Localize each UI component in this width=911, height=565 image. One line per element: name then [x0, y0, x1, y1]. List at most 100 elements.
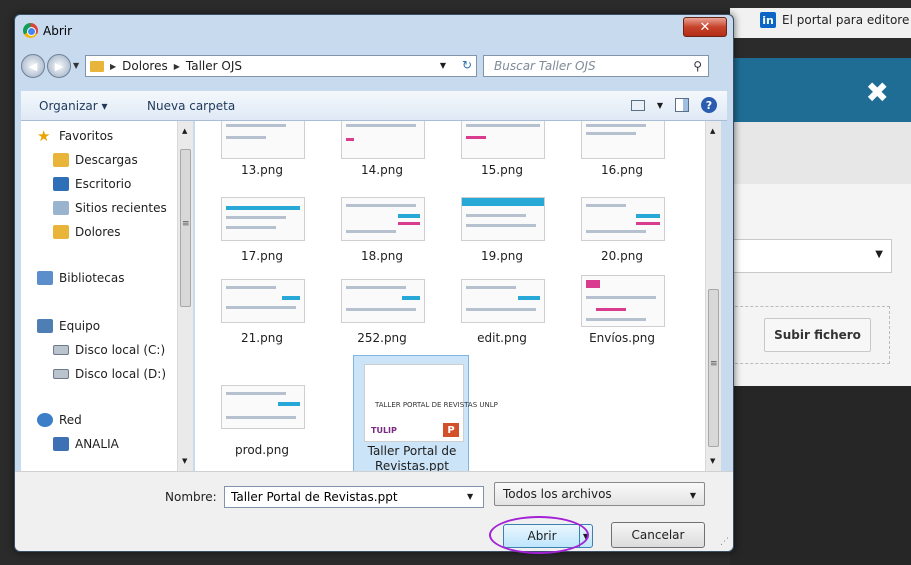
open-button[interactable]: Abrir ▼	[503, 524, 593, 548]
breadcrumb[interactable]: ▶ Dolores ▶ Taller OJS ▼ ↻	[85, 55, 477, 77]
nav-item-disk-d[interactable]: Disco local (D:)	[53, 367, 166, 381]
dialog-close-button[interactable]: ✕	[683, 17, 727, 37]
modal-subheader	[730, 122, 911, 184]
resize-grip-icon[interactable]: ⋰	[720, 537, 729, 547]
filename-label: Nombre:	[165, 490, 217, 504]
downloads-folder-icon	[53, 153, 69, 167]
new-folder-button[interactable]: Nueva carpeta	[147, 99, 235, 113]
file-list-scrollbar[interactable]: ▲ ≡ ▼	[705, 121, 721, 471]
chevron-down-icon[interactable]: ▼	[690, 491, 696, 500]
file-name: 13.png	[241, 163, 283, 177]
dialog-toolbar: Organizar ▾ Nueva carpeta ▼ ?	[21, 91, 727, 121]
image-thumbnail	[341, 279, 425, 323]
scroll-down-icon[interactable]: ▼	[710, 457, 715, 465]
preview-pane-icon[interactable]	[675, 98, 689, 112]
chevron-down-icon[interactable]: ▼	[440, 61, 446, 70]
image-thumbnail	[581, 197, 665, 241]
organize-menu[interactable]: Organizar ▾	[39, 99, 108, 113]
powerpoint-icon: P	[441, 421, 461, 439]
search-input[interactable]: Buscar Taller OJS ⚲	[483, 55, 709, 77]
image-thumbnail	[221, 197, 305, 241]
browser-tab[interactable]: in El portal para editore	[760, 12, 909, 28]
scroll-up-icon[interactable]: ▲	[182, 127, 187, 135]
file-name: 15.png	[481, 163, 523, 177]
nav-item-network[interactable]: Red	[37, 413, 82, 427]
recent-locations-dropdown[interactable]: ▼	[73, 61, 79, 70]
file-item[interactable]: edit.png	[443, 279, 561, 357]
file-item[interactable]: 14.png	[323, 121, 441, 193]
nav-item-label: Bibliotecas	[59, 271, 125, 285]
disk-drive-icon	[53, 369, 69, 379]
file-item[interactable]: 252.png	[323, 279, 441, 357]
nav-item-recent[interactable]: Sitios recientes	[53, 201, 167, 215]
refresh-icon[interactable]: ↻	[462, 58, 472, 72]
close-icon[interactable]: ✖	[866, 76, 889, 109]
upload-file-button[interactable]: Subir fichero	[764, 318, 871, 352]
presentation-thumb-title: TALLER PORTAL DE REVISTAS UNLP	[375, 401, 498, 409]
cancel-button[interactable]: Cancelar	[611, 522, 705, 548]
image-thumbnail	[581, 121, 665, 159]
dialog-footer: Nombre: ▼ Todos los archivos ▼ Abrir ▼ C…	[15, 471, 733, 554]
star-icon: ★	[37, 127, 51, 145]
file-item[interactable]: 18.png	[323, 197, 441, 275]
chevron-right-icon[interactable]: ▶	[110, 62, 116, 71]
nav-item-disk-c[interactable]: Disco local (C:)	[53, 343, 165, 357]
nav-item-favorites[interactable]: ★ Favoritos	[37, 127, 113, 145]
forward-button[interactable]: ▶	[47, 54, 71, 78]
linkedin-icon: in	[760, 12, 776, 28]
file-item[interactable]: 20.png	[563, 197, 681, 275]
view-options-icon[interactable]	[630, 99, 645, 111]
chevron-right-icon[interactable]: ▶	[174, 62, 180, 71]
recent-places-icon	[53, 201, 69, 215]
chevron-down-icon: ▼	[875, 249, 883, 260]
chevron-down-icon[interactable]: ▼	[467, 492, 473, 501]
file-name: 17.png	[241, 249, 283, 263]
nav-item-libraries[interactable]: Bibliotecas	[37, 271, 124, 285]
file-list: 13.png 14.png 15.png 16.png 17.png 18.pn…	[195, 121, 705, 471]
image-thumbnail	[461, 197, 545, 241]
file-item[interactable]: 16.png	[563, 121, 681, 193]
nav-item-computer[interactable]: Equipo	[37, 319, 100, 333]
network-computer-icon	[53, 437, 69, 451]
file-name: prod.png	[235, 443, 289, 457]
breadcrumb-item[interactable]: Taller OJS	[186, 59, 242, 73]
image-thumbnail	[341, 121, 425, 159]
disk-drive-icon	[53, 345, 69, 355]
scroll-up-icon[interactable]: ▲	[710, 127, 715, 135]
filename-input[interactable]	[224, 486, 484, 508]
file-type-filter[interactable]: Todos los archivos ▼	[494, 482, 705, 506]
scroll-down-icon[interactable]: ▼	[182, 457, 187, 465]
file-item[interactable]: 21.png	[203, 279, 321, 357]
file-open-dialog: Abrir ✕ ◀ ▶ ▼ ▶ Dolores ▶ Taller OJS ▼ ↻…	[14, 14, 734, 554]
breadcrumb-item[interactable]: Dolores	[122, 59, 168, 73]
nav-item-label: Dolores	[75, 225, 121, 239]
chevron-down-icon[interactable]: ▼	[657, 101, 663, 110]
file-item[interactable]: 17.png	[203, 197, 321, 275]
nav-item-dolores[interactable]: Dolores	[53, 225, 121, 239]
computer-icon	[37, 319, 53, 333]
file-name: 14.png	[361, 163, 403, 177]
file-item[interactable]: Envíos.png	[563, 275, 681, 353]
nav-item-label: Disco local (C:)	[75, 343, 166, 357]
help-icon[interactable]: ?	[701, 97, 717, 113]
libraries-icon	[37, 271, 53, 285]
open-options-dropdown[interactable]: ▼	[579, 525, 592, 547]
file-item[interactable]: 13.png	[203, 121, 321, 193]
nav-item-analia[interactable]: ANALIA	[53, 437, 119, 451]
nav-item-desktop[interactable]: Escritorio	[53, 177, 131, 191]
file-item-selected[interactable]: TALLER PORTAL DE REVISTAS UNLP TULIP P T…	[353, 355, 498, 471]
nav-item-downloads[interactable]: Descargas	[53, 153, 138, 167]
search-placeholder: Buscar Taller OJS	[494, 59, 596, 73]
file-item[interactable]: prod.png	[203, 385, 321, 463]
file-type-select[interactable]: ▼	[730, 239, 892, 273]
back-button[interactable]: ◀	[21, 54, 45, 78]
folder-icon	[53, 225, 69, 239]
image-thumbnail	[461, 279, 545, 323]
navigation-scrollbar[interactable]: ▲ ≡ ▼	[177, 121, 193, 471]
file-item[interactable]: 19.png	[443, 197, 561, 275]
search-icon[interactable]: ⚲	[693, 59, 702, 73]
file-name: 252.png	[357, 331, 407, 345]
nav-item-label: Sitios recientes	[75, 201, 167, 215]
file-item[interactable]: 15.png	[443, 121, 561, 193]
dialog-titlebar[interactable]: Abrir ✕	[15, 15, 733, 45]
